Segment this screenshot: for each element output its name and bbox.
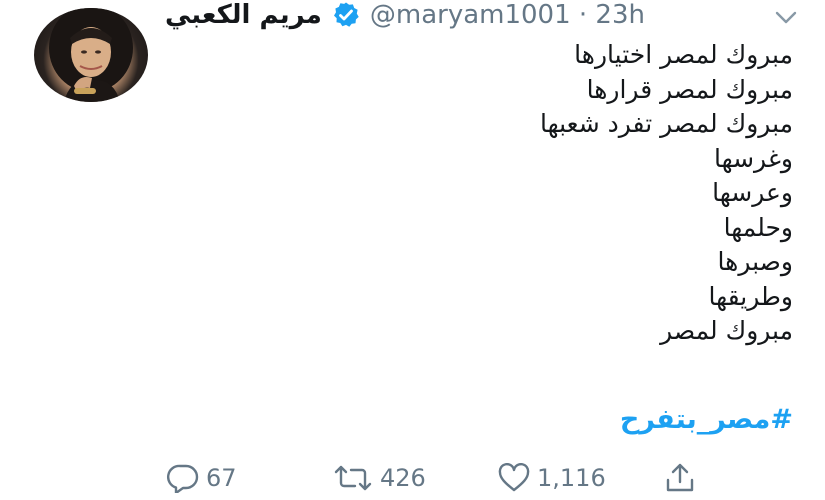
- tweet-line: مبروك لمصر: [660, 316, 793, 345]
- avatar[interactable]: [34, 8, 148, 102]
- tweet-line: وطريقها: [708, 281, 793, 311]
- tweet-line: وصبرها: [717, 247, 793, 276]
- tweet-line: وغرسها: [713, 143, 793, 173]
- like-button[interactable]: 1,116: [497, 458, 606, 498]
- author-handle-and-time[interactable]: @maryam1001 · 23h: [370, 0, 645, 30]
- tweet-line: مبروك لمصر قرارها: [586, 74, 793, 104]
- reply-count: 67: [206, 464, 237, 492]
- reply-button[interactable]: 67: [166, 458, 237, 498]
- tweet-line: مبروك لمصر اختيارها: [574, 40, 793, 69]
- tweet-actions: 67 426 1,116: [0, 458, 825, 498]
- tweet-line: مبروك لمصر تفرد شعبها: [539, 109, 793, 138]
- like-count: 1,116: [537, 464, 606, 492]
- avatar-photo: [49, 8, 133, 102]
- chevron-down-icon[interactable]: [775, 10, 797, 24]
- verified-badge-icon: [332, 1, 360, 29]
- hashtag-link[interactable]: #مصر_بتفرح: [620, 404, 793, 435]
- author-display-name[interactable]: مريم الكعبي: [165, 0, 322, 30]
- tweet-text: مبروك لمصر اختيارها مبروك لمصر قرارها مب…: [233, 38, 793, 349]
- retweet-icon: [332, 463, 374, 493]
- reply-icon: [166, 463, 200, 493]
- share-button[interactable]: [663, 458, 697, 498]
- tweet-header: مريم الكعبي @maryam1001 · 23h: [165, 0, 645, 30]
- tweet-line: وحلمها: [723, 212, 793, 242]
- share-icon: [663, 462, 697, 494]
- heart-icon: [497, 463, 531, 493]
- tweet-line: وعرسها: [712, 178, 793, 207]
- retweet-count: 426: [380, 464, 426, 492]
- retweet-button[interactable]: 426: [332, 458, 426, 498]
